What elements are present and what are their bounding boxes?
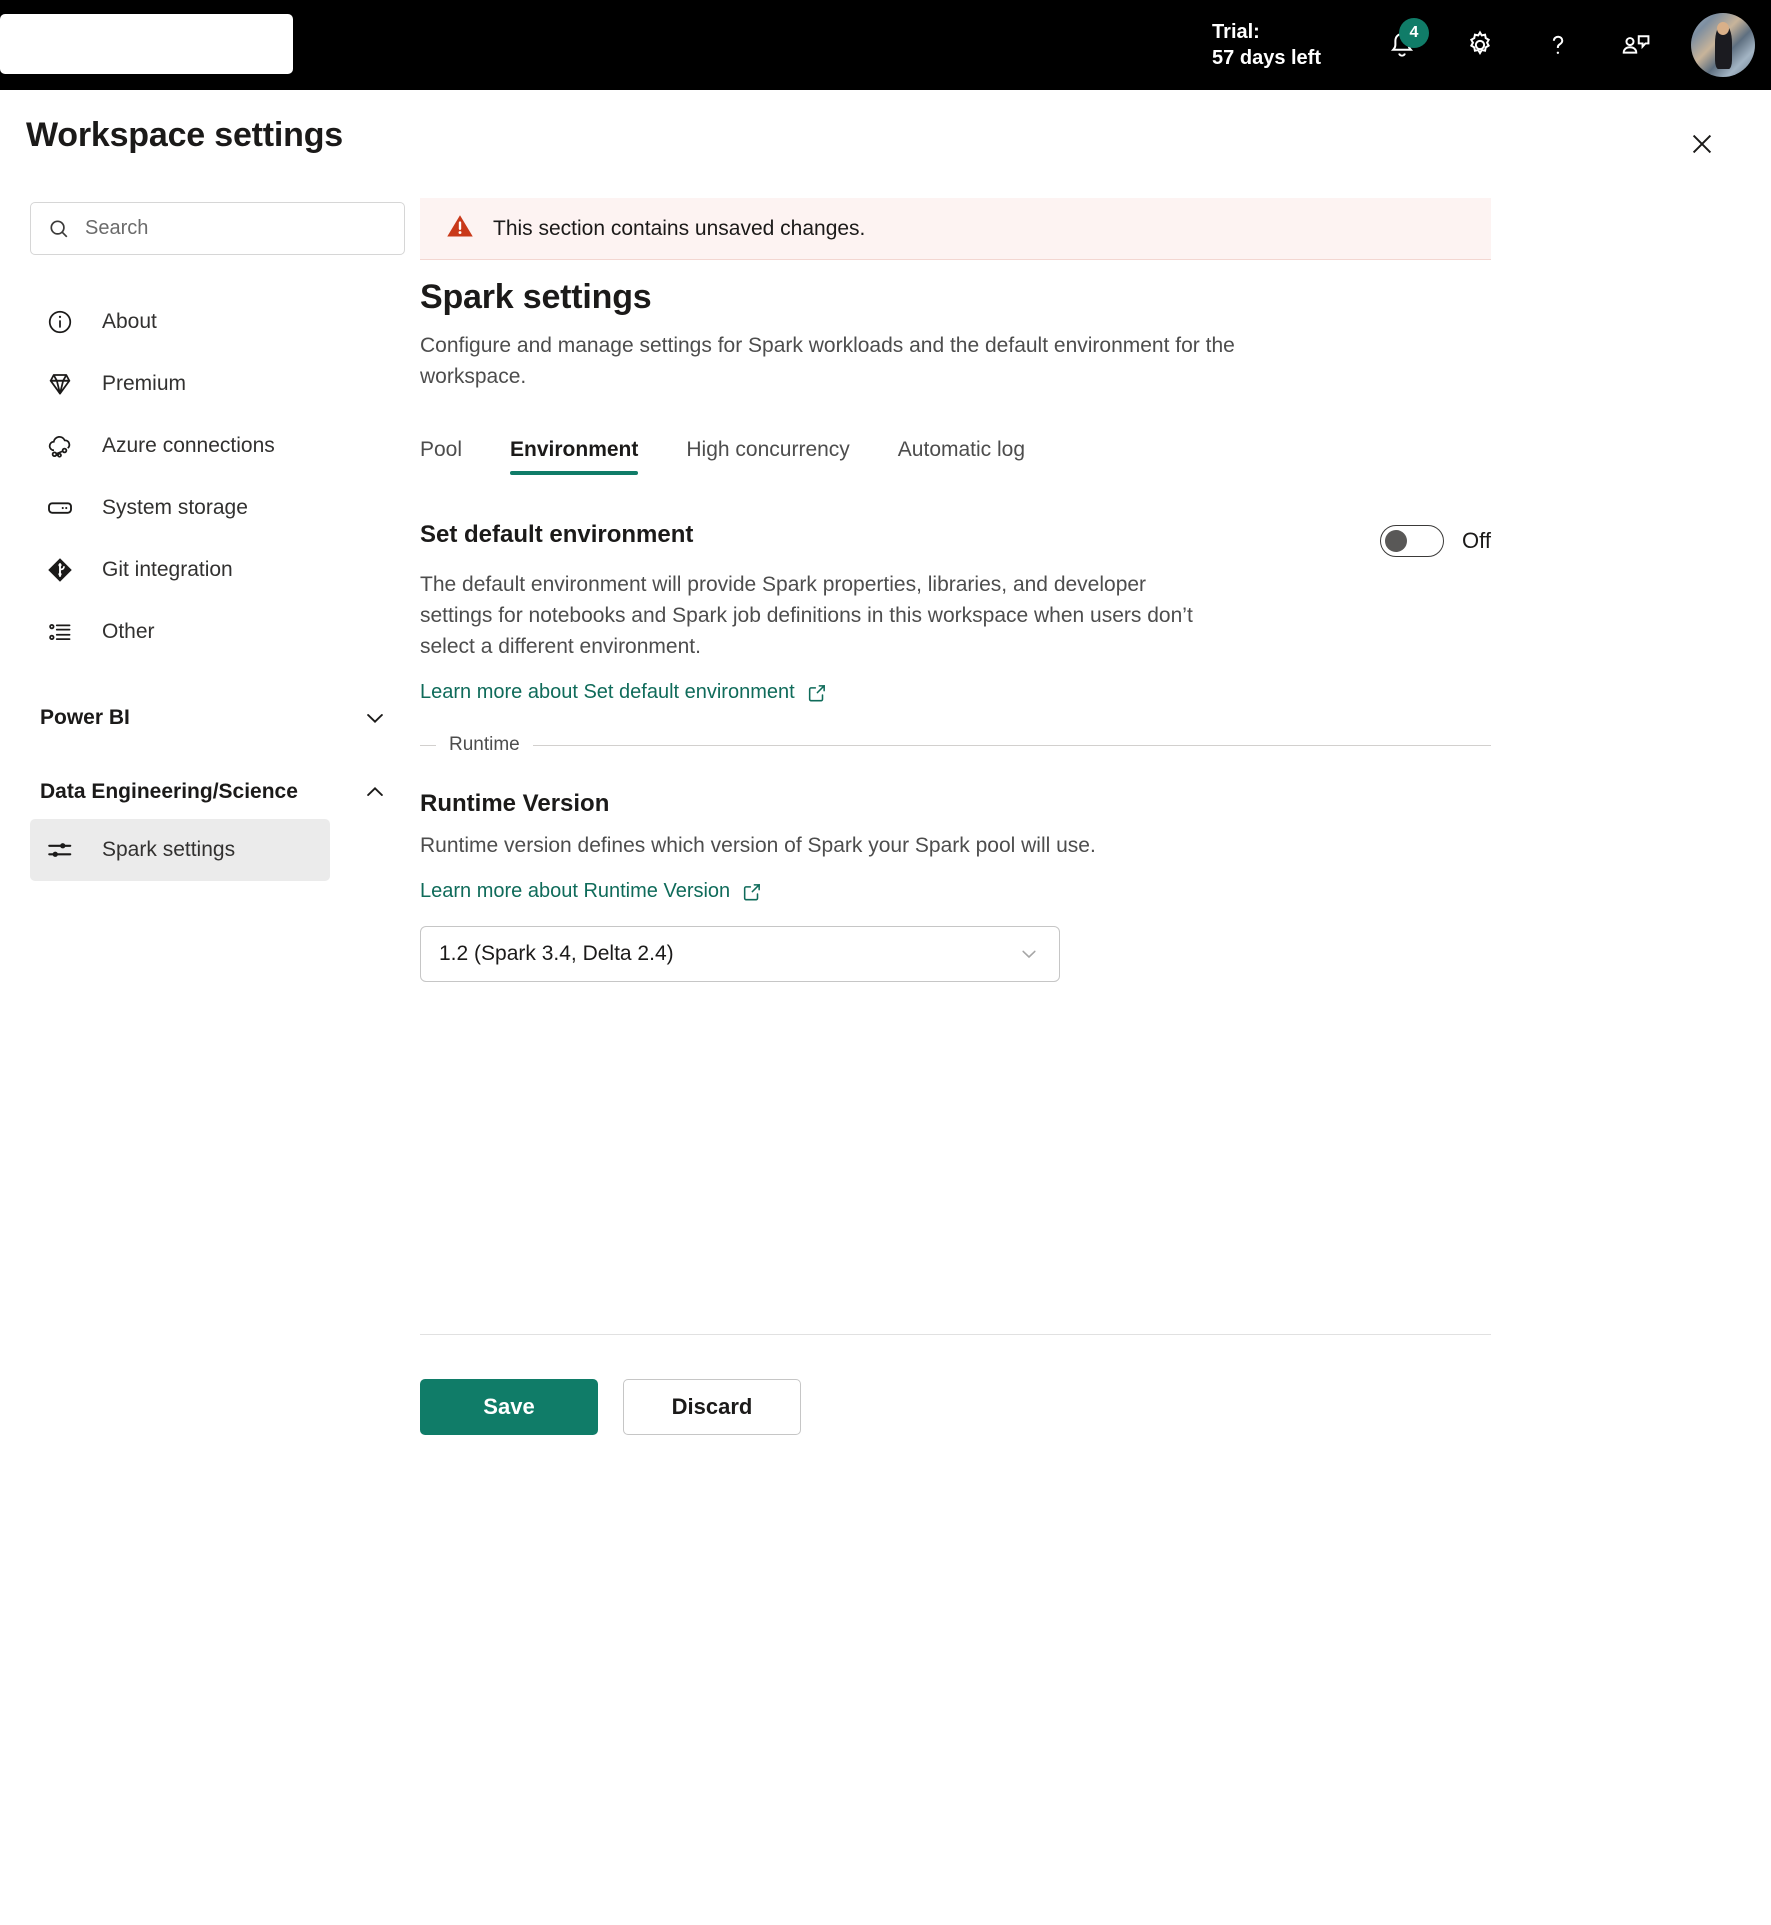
trial-days-left: 57 days left (1212, 47, 1321, 69)
page-title: Workspace settings (26, 116, 343, 154)
runtime-fieldset-divider: Runtime (420, 734, 1491, 756)
settings-footer: Save Discard (420, 1334, 1491, 1435)
warning-glyph (447, 215, 473, 237)
close-icon (1692, 134, 1712, 154)
topbar-right-cluster: Trial: 57 days left 4 (1212, 0, 1771, 90)
sidebar-group-power-bi[interactable]: Power BI (30, 699, 392, 737)
divider-dash (420, 744, 436, 746)
info-circle-icon (40, 302, 80, 342)
question-mark-icon (1552, 35, 1564, 54)
sidebar-item-git-integration[interactable]: Git integration (30, 539, 420, 601)
runtime-version-heading: Runtime Version (420, 790, 610, 817)
app-logo-placeholder (0, 14, 293, 74)
settings-tabs: Pool Environment High concurrency Automa… (420, 438, 1491, 475)
settings-body: About Premium (0, 176, 1771, 1435)
sidebar-item-spark-settings[interactable]: Spark settings (30, 819, 330, 881)
sidebar-item-label: System storage (102, 496, 248, 519)
chevron-down-icon (358, 699, 392, 737)
sidebar-item-azure-connections[interactable]: Azure connections (30, 415, 420, 477)
list-icon (40, 612, 80, 652)
feedback-icon (1622, 35, 1650, 54)
search-input[interactable] (85, 217, 375, 240)
sidebar-item-about[interactable]: About (30, 291, 420, 353)
tab-pool[interactable]: Pool (420, 438, 462, 475)
git-glyph (48, 558, 72, 582)
external-link-icon (806, 682, 828, 704)
panel-header: Workspace settings (0, 90, 1771, 176)
tab-environment[interactable]: Environment (510, 438, 639, 475)
discard-button[interactable]: Discard (623, 1379, 801, 1435)
settings-sidebar: About Premium (0, 176, 420, 881)
settings-main-content: This section contains unsaved changes. S… (420, 176, 1771, 1435)
chevron-down-icon (1017, 942, 1041, 966)
search-box[interactable] (30, 202, 405, 255)
notifications-button[interactable]: 4 (1371, 14, 1433, 76)
storage-icon (40, 488, 80, 528)
default-environment-toggle[interactable]: Off (1380, 525, 1491, 557)
settings-button[interactable] (1449, 14, 1511, 76)
sidebar-group-label: Data Engineering/Science (40, 780, 298, 803)
trial-status: Trial: 57 days left (1212, 19, 1321, 71)
sidebar-item-label: Spark settings (102, 838, 236, 861)
diamond-icon (40, 364, 80, 404)
user-avatar[interactable] (1691, 13, 1755, 77)
runtime-fieldset-legend: Runtime (449, 734, 520, 755)
default-environment-description: The default environment will provide Spa… (420, 573, 1193, 658)
divider-rule (532, 744, 1491, 746)
sidebar-item-label: Premium (102, 372, 187, 395)
sidebar-group-label: Power BI (40, 706, 130, 729)
save-button[interactable]: Save (420, 1379, 598, 1435)
external-link-icon (741, 881, 763, 903)
toggle-track[interactable] (1380, 525, 1445, 557)
section-title: Spark settings (420, 278, 652, 316)
sidebar-nav-list: About Premium Azure connections System s… (30, 291, 420, 663)
sidebar-item-system-storage[interactable]: System storage (30, 477, 420, 539)
tab-automatic-log[interactable]: Automatic log (898, 438, 1025, 475)
gear-icon (1469, 30, 1491, 55)
learn-more-default-environment-link[interactable]: Learn more about Set default environment (420, 681, 828, 704)
sidebar-item-premium[interactable]: Premium (30, 353, 420, 415)
top-app-bar: Trial: 57 days left 4 (0, 0, 1771, 90)
help-button[interactable] (1527, 14, 1589, 76)
banner-message: This section contains unsaved changes. (493, 216, 866, 240)
sidebar-item-label: Git integration (102, 558, 233, 581)
default-environment-row: Set default environment Off (420, 521, 1491, 557)
notification-count-badge: 4 (1399, 18, 1429, 48)
runtime-version-dropdown[interactable]: 1.2 (Spark 3.4, Delta 2.4) (420, 926, 1060, 982)
default-environment-heading: Set default environment (420, 521, 694, 548)
chevron-up-icon (358, 773, 392, 811)
sidebar-group-data-engineering-science[interactable]: Data Engineering/Science (30, 773, 392, 811)
learn-more-text: Learn more about Set default environment (420, 681, 795, 703)
sidebar-item-other[interactable]: Other (30, 601, 420, 663)
sidebar-item-label: Other (102, 620, 155, 643)
unsaved-changes-banner: This section contains unsaved changes. (420, 198, 1491, 260)
section-description: Configure and manage settings for Spark … (420, 334, 1235, 388)
feedback-button[interactable] (1605, 14, 1667, 76)
sidebar-item-label: Azure connections (102, 434, 275, 457)
cloud-link-icon (40, 426, 80, 466)
search-icon (50, 219, 68, 237)
close-button[interactable] (1680, 122, 1724, 166)
sliders-icon (40, 830, 80, 870)
toggle-knob (1385, 529, 1408, 552)
runtime-version-selected-value: 1.2 (Spark 3.4, Delta 2.4) (439, 942, 674, 965)
runtime-version-description: Runtime version defines which version of… (420, 834, 1096, 857)
tab-high-concurrency[interactable]: High concurrency (686, 438, 849, 475)
trial-label: Trial: (1212, 21, 1260, 43)
learn-more-runtime-version-link[interactable]: Learn more about Runtime Version (420, 880, 763, 903)
toggle-state-label: Off (1462, 528, 1491, 553)
warning-triangle-icon (445, 211, 475, 246)
git-icon (40, 550, 80, 590)
learn-more-text: Learn more about Runtime Version (420, 880, 731, 902)
sidebar-item-label: About (102, 310, 157, 333)
